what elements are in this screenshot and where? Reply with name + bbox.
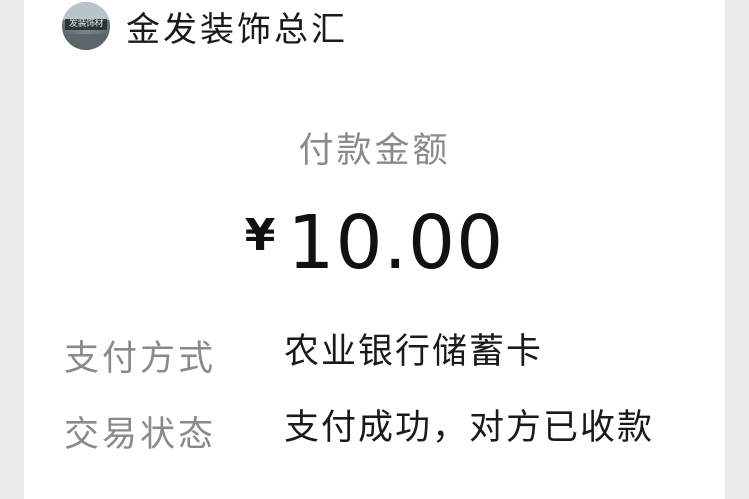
- payment-amount: ¥10.00: [24, 200, 725, 286]
- currency-symbol: ¥: [244, 210, 276, 261]
- merchant-name: 金发装饰总汇: [126, 9, 348, 50]
- amount-value: 10.00: [287, 200, 505, 286]
- detail-value: 农业银行储蓄卡: [284, 332, 544, 372]
- avatar-storefront: [62, 34, 110, 50]
- detail-label: 交易状态: [64, 415, 217, 455]
- payment-card: 发装饰材 金发装饰总汇 付款金额 ¥10.00 支付方式 农业银行储蓄卡 交易状…: [24, 0, 725, 499]
- payment-detail-page: 发装饰材 金发装饰总汇 付款金额 ¥10.00 支付方式 农业银行储蓄卡 交易状…: [0, 0, 749, 499]
- merchant-header[interactable]: 发装饰材 金发装饰总汇: [62, 0, 348, 52]
- detail-value: 支付成功，对方已收款: [284, 408, 655, 448]
- avatar-sign-text: 发装饰材: [65, 19, 107, 30]
- avatar-sky: [62, 2, 110, 20]
- merchant-avatar[interactable]: 发装饰材: [62, 2, 110, 50]
- amount-label: 付款金额: [298, 131, 451, 171]
- detail-label: 支付方式: [64, 339, 217, 379]
- detail-row-transaction-status: 交易状态 支付成功，对方已收款: [64, 406, 704, 457]
- detail-row-payment-method: 支付方式 农业银行储蓄卡: [64, 330, 704, 381]
